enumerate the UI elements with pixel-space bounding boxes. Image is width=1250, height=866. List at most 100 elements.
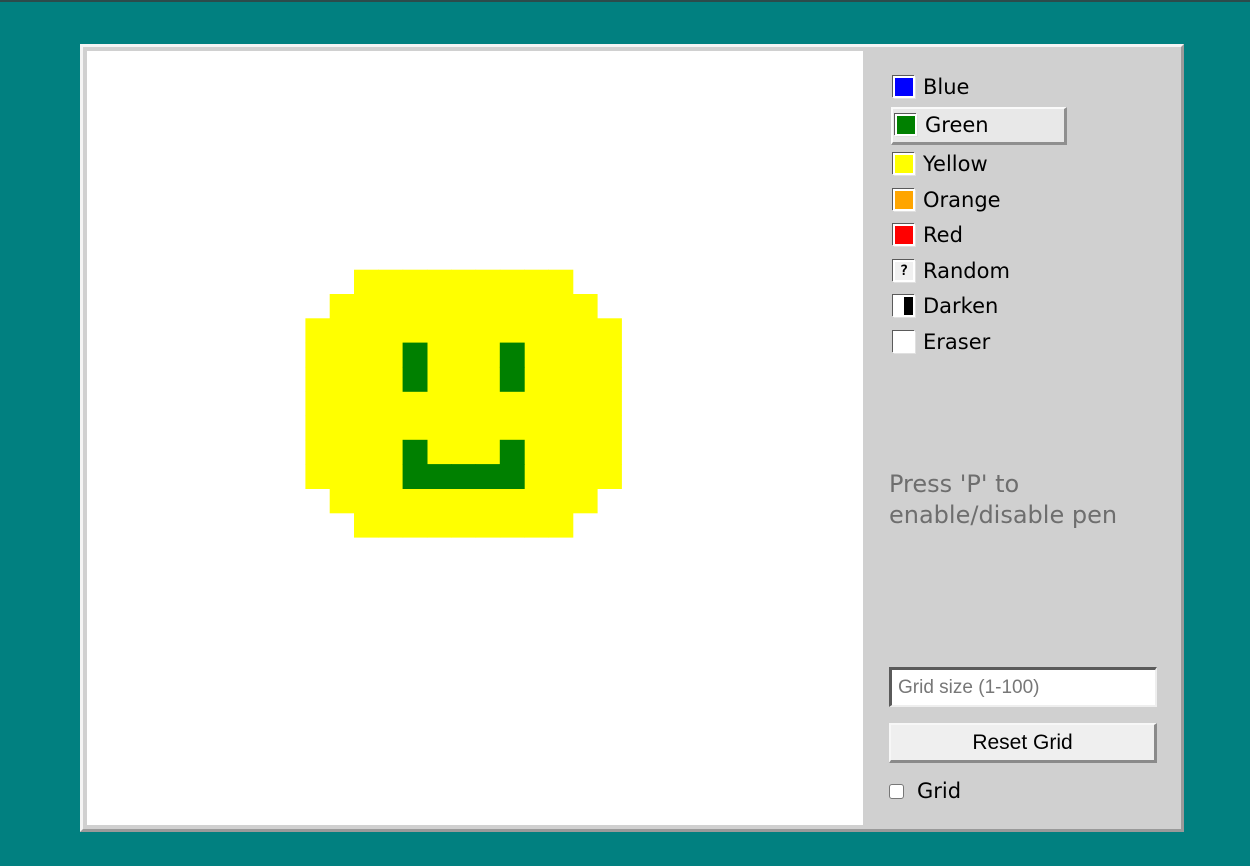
color-option-random[interactable]: ? Random bbox=[891, 255, 1067, 287]
yellow-pixel[interactable] bbox=[597, 318, 622, 344]
yellow-pixel[interactable] bbox=[548, 366, 574, 392]
yellow-pixel[interactable] bbox=[475, 439, 501, 465]
yellow-pixel[interactable] bbox=[426, 269, 452, 295]
yellow-pixel[interactable] bbox=[597, 366, 622, 392]
green-pixel[interactable] bbox=[426, 464, 452, 489]
yellow-pixel[interactable] bbox=[572, 318, 598, 344]
yellow-pixel[interactable] bbox=[354, 488, 379, 514]
yellow-pixel[interactable] bbox=[305, 415, 331, 441]
yellow-pixel[interactable] bbox=[572, 415, 598, 441]
yellow-pixel[interactable] bbox=[426, 488, 452, 514]
yellow-pixel[interactable] bbox=[548, 318, 574, 344]
yellow-pixel[interactable] bbox=[548, 269, 574, 295]
yellow-pixel[interactable] bbox=[451, 439, 477, 465]
color-option-eraser[interactable]: Eraser bbox=[891, 326, 1067, 358]
yellow-pixel[interactable] bbox=[378, 391, 404, 417]
yellow-pixel[interactable] bbox=[354, 318, 379, 344]
yellow-pixel[interactable] bbox=[572, 342, 598, 368]
yellow-pixel[interactable] bbox=[524, 439, 549, 465]
yellow-pixel[interactable] bbox=[402, 269, 428, 295]
yellow-pixel[interactable] bbox=[499, 488, 525, 514]
pixel-grid[interactable] bbox=[87, 51, 863, 825]
yellow-pixel[interactable] bbox=[548, 464, 574, 489]
reset-grid-button[interactable]: Reset Grid bbox=[889, 723, 1157, 763]
yellow-pixel[interactable] bbox=[426, 415, 452, 441]
yellow-pixel[interactable] bbox=[499, 512, 525, 538]
yellow-pixel[interactable] bbox=[548, 342, 574, 368]
yellow-pixel[interactable] bbox=[426, 342, 452, 368]
yellow-pixel[interactable] bbox=[354, 269, 379, 295]
yellow-pixel[interactable] bbox=[305, 318, 331, 344]
yellow-pixel[interactable] bbox=[451, 366, 477, 392]
color-option-green[interactable]: Green bbox=[891, 106, 1067, 145]
yellow-pixel[interactable] bbox=[572, 439, 598, 465]
yellow-pixel[interactable] bbox=[354, 366, 379, 392]
yellow-pixel[interactable] bbox=[548, 415, 574, 441]
yellow-pixel[interactable] bbox=[329, 391, 355, 417]
yellow-pixel[interactable] bbox=[329, 342, 355, 368]
green-pixel[interactable] bbox=[451, 464, 477, 489]
yellow-pixel[interactable] bbox=[572, 366, 598, 392]
yellow-pixel[interactable] bbox=[597, 415, 622, 441]
green-pixel[interactable] bbox=[499, 439, 525, 465]
yellow-pixel[interactable] bbox=[451, 488, 477, 514]
yellow-pixel[interactable] bbox=[524, 366, 549, 392]
green-pixel[interactable] bbox=[499, 464, 525, 489]
yellow-pixel[interactable] bbox=[597, 464, 622, 489]
yellow-pixel[interactable] bbox=[354, 342, 379, 368]
yellow-pixel[interactable] bbox=[597, 342, 622, 368]
yellow-pixel[interactable] bbox=[475, 342, 501, 368]
yellow-pixel[interactable] bbox=[329, 488, 355, 514]
green-pixel[interactable] bbox=[499, 342, 525, 368]
yellow-pixel[interactable] bbox=[572, 488, 598, 514]
yellow-pixel[interactable] bbox=[572, 294, 598, 319]
yellow-pixel[interactable] bbox=[354, 439, 379, 465]
yellow-pixel[interactable] bbox=[378, 415, 404, 441]
yellow-pixel[interactable] bbox=[402, 488, 428, 514]
yellow-pixel[interactable] bbox=[305, 342, 331, 368]
color-option-red[interactable]: Red bbox=[891, 219, 1067, 251]
yellow-pixel[interactable] bbox=[548, 391, 574, 417]
yellow-pixel[interactable] bbox=[354, 391, 379, 417]
green-pixel[interactable] bbox=[499, 366, 525, 392]
yellow-pixel[interactable] bbox=[475, 318, 501, 344]
yellow-pixel[interactable] bbox=[305, 391, 331, 417]
yellow-pixel[interactable] bbox=[329, 318, 355, 344]
yellow-pixel[interactable] bbox=[524, 342, 549, 368]
yellow-pixel[interactable] bbox=[451, 415, 477, 441]
yellow-pixel[interactable] bbox=[305, 464, 331, 489]
grid-size-input[interactable] bbox=[889, 667, 1157, 707]
yellow-pixel[interactable] bbox=[475, 415, 501, 441]
drawing-canvas[interactable] bbox=[87, 51, 863, 825]
yellow-pixel[interactable] bbox=[329, 415, 355, 441]
yellow-pixel[interactable] bbox=[572, 391, 598, 417]
green-pixel[interactable] bbox=[402, 342, 428, 368]
yellow-pixel[interactable] bbox=[426, 512, 452, 538]
yellow-pixel[interactable] bbox=[354, 512, 379, 538]
yellow-pixel[interactable] bbox=[329, 294, 355, 319]
yellow-pixel[interactable] bbox=[524, 488, 549, 514]
yellow-pixel[interactable] bbox=[548, 512, 574, 538]
yellow-pixel[interactable] bbox=[402, 391, 428, 417]
yellow-pixel[interactable] bbox=[451, 269, 477, 295]
yellow-pixel[interactable] bbox=[426, 366, 452, 392]
yellow-pixel[interactable] bbox=[329, 464, 355, 489]
yellow-pixel[interactable] bbox=[597, 439, 622, 465]
yellow-pixel[interactable] bbox=[378, 342, 404, 368]
yellow-pixel[interactable] bbox=[378, 294, 404, 319]
yellow-pixel[interactable] bbox=[402, 512, 428, 538]
color-option-blue[interactable]: Blue bbox=[891, 71, 1067, 103]
yellow-pixel[interactable] bbox=[378, 318, 404, 344]
yellow-pixel[interactable] bbox=[475, 391, 501, 417]
yellow-pixel[interactable] bbox=[329, 439, 355, 465]
yellow-pixel[interactable] bbox=[354, 294, 379, 319]
yellow-pixel[interactable] bbox=[499, 294, 525, 319]
yellow-pixel[interactable] bbox=[524, 294, 549, 319]
yellow-pixel[interactable] bbox=[499, 269, 525, 295]
yellow-pixel[interactable] bbox=[305, 366, 331, 392]
yellow-pixel[interactable] bbox=[524, 415, 549, 441]
yellow-pixel[interactable] bbox=[475, 269, 501, 295]
yellow-pixel[interactable] bbox=[354, 415, 379, 441]
yellow-pixel[interactable] bbox=[451, 318, 477, 344]
yellow-pixel[interactable] bbox=[451, 294, 477, 319]
